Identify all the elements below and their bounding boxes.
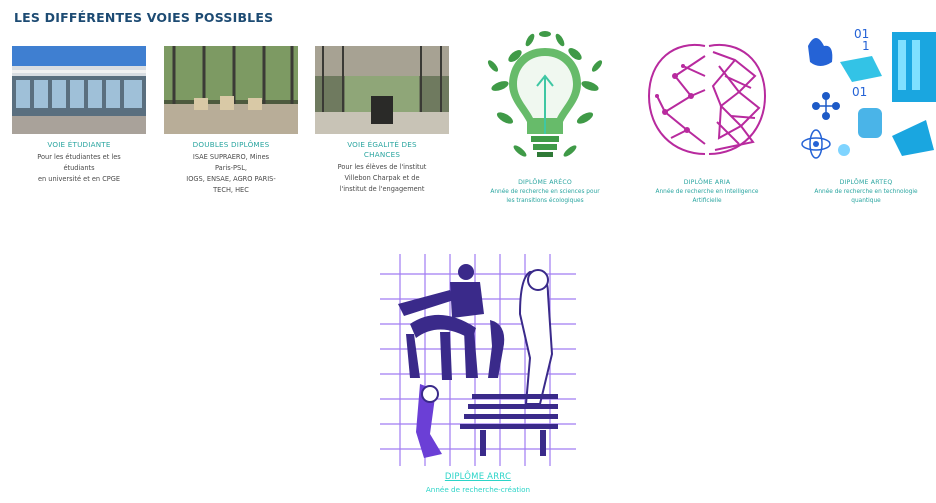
card-label[interactable]: DOUBLES DIPLÔMES	[164, 140, 298, 150]
lightbulb-leaves-illustration[interactable]	[475, 26, 615, 174]
svg-text:01: 01	[852, 85, 867, 99]
card-diplome-areco[interactable]: DIPLÔME ARéco Année de recherche en scie…	[470, 26, 620, 206]
building-photo[interactable]	[12, 46, 146, 134]
performers-grid-illustration[interactable]	[380, 254, 576, 466]
card-description: Pour les élèves de l'institut Villebon C…	[337, 163, 427, 193]
card-label[interactable]: VOIE ÉTUDIANTE	[12, 140, 146, 150]
card-label[interactable]: DIPLÔME ARIA	[632, 178, 782, 188]
card-label[interactable]: DIPLÔME ARRC	[378, 472, 578, 482]
card-label[interactable]: DIPLÔME ARéco	[470, 178, 620, 188]
card-description: Année de recherche-création	[425, 485, 531, 494]
card-diplome-arteq[interactable]: 01 1 01 DIPLÔME ARTeQ Année de recherche…	[796, 26, 936, 206]
card-description: Année de recherche en Intelligence Artif…	[655, 189, 759, 204]
hall-photo[interactable]	[164, 46, 298, 134]
card-diplome-arrc[interactable]: DIPLÔME ARRC Année de recherche-création	[378, 254, 578, 495]
quantum-collage-illustration[interactable]: 01 1 01	[796, 26, 936, 174]
card-description: Année de recherche en sciences pour les …	[490, 189, 600, 204]
card-description: Année de recherche en technologie quanti…	[814, 189, 918, 204]
section-title: LES DIFFÉRENTES VOIES POSSIBLES	[14, 10, 274, 25]
card-voie-etudiante[interactable]: VOIE ÉTUDIANTE Pour les étudiantes et le…	[12, 46, 146, 185]
card-diplome-aria[interactable]: DIPLÔME ARIA Année de recherche en Intel…	[632, 26, 782, 206]
card-label[interactable]: VOIE ÉGALITÉ DES CHANCES	[315, 140, 449, 160]
svg-text:1: 1	[862, 39, 870, 53]
card-doubles-diplomes[interactable]: DOUBLES DIPLÔMES ISAE SUPRAERO, Mines Pa…	[164, 46, 298, 196]
card-description: Pour les étudiantes et les étudiants en …	[37, 153, 121, 183]
card-voie-egalite[interactable]: VOIE ÉGALITÉ DES CHANCES Pour les élèves…	[315, 46, 449, 195]
brain-network-illustration[interactable]	[635, 26, 779, 174]
atrium-photo[interactable]	[315, 46, 449, 134]
card-description: ISAE SUPRAERO, Mines Paris-PSL, IOGS, EN…	[186, 153, 276, 194]
card-label[interactable]: DIPLÔME ARTeQ	[796, 178, 936, 188]
